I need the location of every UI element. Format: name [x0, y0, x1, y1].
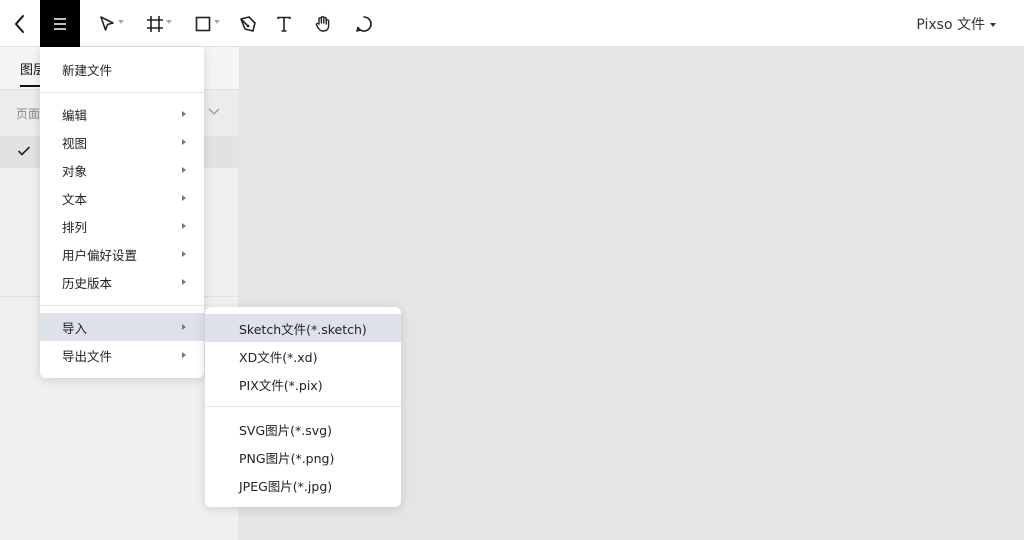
- shape-tool-dropdown-icon[interactable]: [214, 20, 220, 24]
- main-menu-button[interactable]: [40, 0, 80, 47]
- checkmark-icon: [17, 146, 31, 156]
- menu-item-label: 视图: [62, 135, 88, 151]
- chevron-down-icon[interactable]: [207, 106, 221, 116]
- move-tool-dropdown-icon[interactable]: [118, 20, 124, 24]
- text-tool-button[interactable]: [264, 0, 304, 47]
- menu-item-label: 历史版本: [62, 275, 113, 291]
- menu-item-arrange[interactable]: 排列: [40, 212, 204, 240]
- menu-item-label: 编辑: [62, 107, 88, 123]
- frame-tool-button[interactable]: [136, 0, 174, 47]
- chevron-right-icon: [182, 223, 186, 229]
- chevron-right-icon: [182, 195, 186, 201]
- move-icon: [100, 15, 114, 31]
- menu-item-preferences[interactable]: 用户偏好设置: [40, 240, 204, 268]
- menu-item-import[interactable]: 导入: [40, 313, 204, 341]
- chevron-right-icon: [182, 251, 186, 257]
- pages-label: 页面: [16, 107, 41, 121]
- chevron-right-icon: [182, 167, 186, 173]
- submenu-item-label: XD文件(*.xd): [239, 349, 318, 365]
- menu-item-export[interactable]: 导出文件: [40, 341, 204, 369]
- main-menu: 新建文件 编辑 视图 对象 文本 排列 用户偏好设置 历史版本 导入 导出文件: [40, 47, 204, 378]
- back-icon: [15, 14, 24, 33]
- import-submenu: Sketch文件(*.sketch) XD文件(*.xd) PIX文件(*.pi…: [205, 307, 401, 507]
- menu-divider: [40, 92, 204, 93]
- submenu-item-label: JPEG图片(*.jpg): [239, 478, 333, 494]
- file-title-dropdown[interactable]: Pixso 文件: [916, 0, 996, 47]
- rectangle-icon: [195, 16, 211, 31]
- menu-item-label: 用户偏好设置: [62, 247, 138, 263]
- text-icon: [277, 16, 291, 32]
- menu-item-label: 排列: [62, 219, 88, 235]
- submenu-item-jpeg[interactable]: JPEG图片(*.jpg): [205, 471, 401, 499]
- menu-item-label: 导入: [62, 320, 88, 336]
- menu-item-text[interactable]: 文本: [40, 184, 204, 212]
- submenu-item-svg[interactable]: SVG图片(*.svg): [205, 415, 401, 443]
- menu-item-label: 导出文件: [62, 348, 113, 364]
- submenu-item-xd[interactable]: XD文件(*.xd): [205, 342, 401, 370]
- menu-divider: [40, 305, 204, 306]
- menu-item-object[interactable]: 对象: [40, 156, 204, 184]
- submenu-item-label: SVG图片(*.svg): [239, 422, 332, 438]
- submenu-item-label: PNG图片(*.png): [239, 450, 335, 466]
- menu-item-label: 对象: [62, 163, 88, 179]
- move-tool-button[interactable]: [88, 0, 126, 47]
- menu-item-edit[interactable]: 编辑: [40, 100, 204, 128]
- menu-item-label: 文本: [62, 191, 88, 207]
- submenu-item-label: PIX文件(*.pix): [239, 377, 323, 393]
- chevron-right-icon: [182, 279, 186, 285]
- shape-tool-button[interactable]: [184, 0, 222, 47]
- menu-item-new-file[interactable]: 新建文件: [40, 55, 204, 83]
- submenu-item-label: Sketch文件(*.sketch): [239, 321, 367, 337]
- submenu-item-pix[interactable]: PIX文件(*.pix): [205, 370, 401, 398]
- hand-icon: [315, 15, 330, 32]
- menu-item-label: 新建文件: [62, 62, 113, 78]
- comment-tool-button[interactable]: [344, 0, 384, 47]
- menu-icon: [54, 17, 66, 30]
- chevron-down-icon: [990, 22, 996, 27]
- toolbar: Pixso 文件: [0, 0, 1024, 47]
- submenu-divider: [205, 406, 401, 407]
- chevron-right-icon: [182, 324, 186, 330]
- chevron-right-icon: [182, 139, 186, 145]
- chevron-right-icon: [182, 111, 186, 117]
- file-title-label: Pixso 文件: [916, 16, 985, 33]
- submenu-item-png[interactable]: PNG图片(*.png): [205, 443, 401, 471]
- hand-tool-button[interactable]: [303, 0, 343, 47]
- chevron-right-icon: [182, 352, 186, 358]
- frame-icon: [147, 15, 163, 32]
- pen-tool-button[interactable]: [228, 0, 268, 47]
- submenu-item-sketch[interactable]: Sketch文件(*.sketch): [205, 314, 401, 342]
- pen-icon: [240, 15, 256, 32]
- menu-item-version-history[interactable]: 历史版本: [40, 268, 204, 296]
- back-button[interactable]: [0, 0, 40, 47]
- frame-tool-dropdown-icon[interactable]: [166, 20, 172, 24]
- menu-item-view[interactable]: 视图: [40, 128, 204, 156]
- comment-icon: [356, 15, 372, 32]
